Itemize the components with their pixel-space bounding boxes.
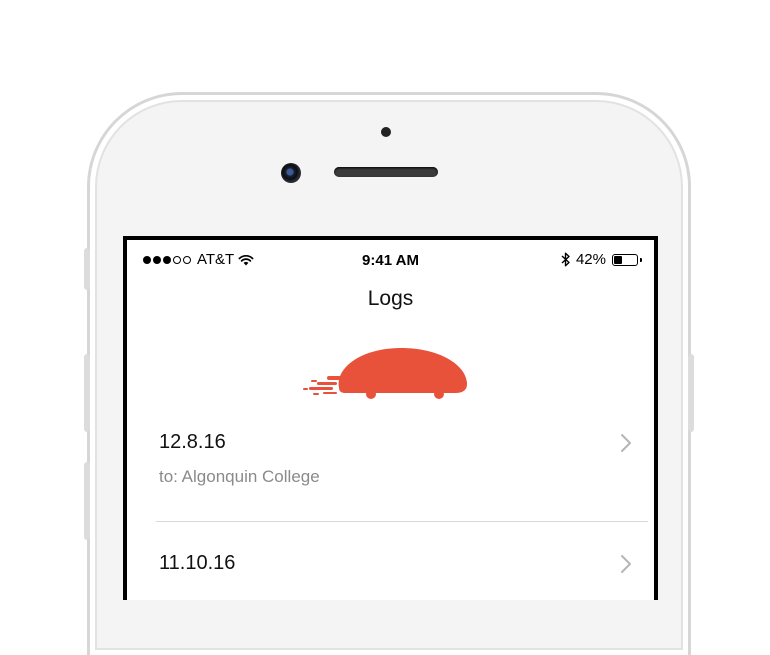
- volume-down-button: [84, 462, 90, 540]
- battery-fill: [614, 255, 622, 264]
- phone-screen: AT&T 9:41 AM 42% Logs 12.8.16 to: Algonq…: [123, 236, 658, 600]
- status-right: 42%: [561, 251, 642, 268]
- proximity-sensor: [381, 127, 391, 137]
- car-icon: [303, 348, 467, 399]
- log-date: 11.10.16: [159, 552, 236, 574]
- power-button: [688, 354, 694, 432]
- log-row[interactable]: 12.8.16 to: Algonquin College: [127, 431, 654, 531]
- page-title: Logs: [367, 287, 414, 310]
- chevron-right-icon: [621, 434, 631, 452]
- battery-icon: [612, 253, 642, 266]
- row-divider: [156, 521, 648, 522]
- log-destination: to: Algonquin College: [159, 467, 320, 486]
- volume-up-button: [84, 354, 90, 432]
- bluetooth-icon: [561, 252, 570, 267]
- mute-switch: [84, 248, 90, 290]
- earpiece-speaker: [334, 167, 438, 177]
- front-camera: [281, 163, 301, 183]
- battery-nub: [640, 257, 642, 262]
- status-bar: AT&T 9:41 AM 42%: [127, 240, 654, 269]
- log-row[interactable]: 11.10.16: [127, 552, 654, 600]
- log-date: 12.8.16: [159, 431, 226, 453]
- chevron-right-icon: [621, 555, 631, 573]
- battery-percent: 42%: [575, 251, 606, 268]
